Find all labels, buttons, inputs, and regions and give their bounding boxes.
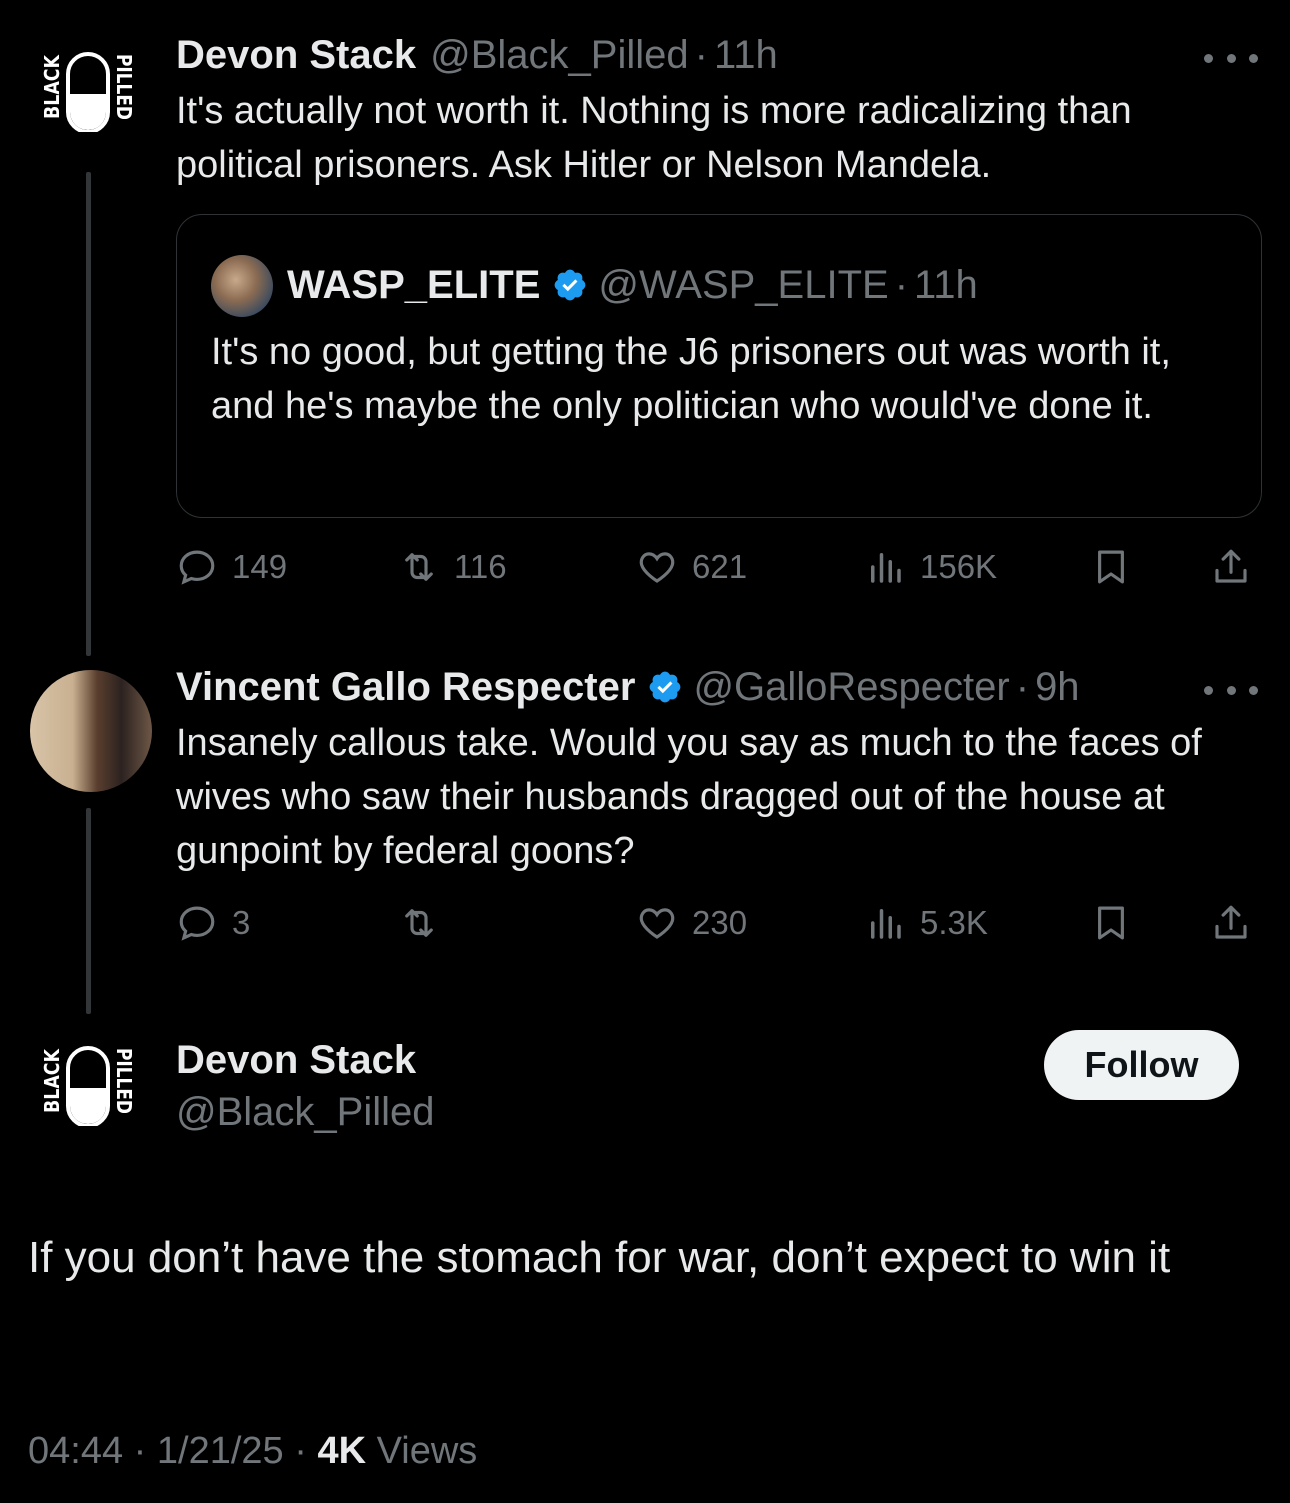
- timestamp[interactable]: 9h: [1035, 665, 1080, 710]
- views-count: 156K: [920, 548, 998, 585]
- separator: ·: [294, 1430, 307, 1472]
- like-count: 230: [692, 904, 748, 941]
- quote-text: It's no good, but getting the J6 prisone…: [211, 331, 1171, 427]
- views-count: 4K: [317, 1430, 367, 1472]
- retweet-count: 116: [454, 548, 507, 585]
- logo-text-black: BLACK: [40, 1048, 64, 1113]
- thread-line: [86, 172, 91, 656]
- separator: ·: [694, 32, 708, 77]
- quote-author-name: WASP_ELITE: [287, 262, 541, 307]
- tweet-text: If you don’t have the stomach for war, d…: [28, 1233, 1171, 1282]
- more-options-icon[interactable]: [1204, 680, 1258, 700]
- verified-badge-icon: [650, 671, 681, 703]
- share-icon: [1215, 905, 1247, 939]
- separator: ·: [133, 1430, 147, 1472]
- separator: ·: [1015, 664, 1030, 709]
- author-handle[interactable]: @Black_Pilled: [176, 1090, 435, 1135]
- views-button[interactable]: 5.3K: [864, 898, 988, 948]
- heart-icon: [639, 552, 675, 583]
- bookmark-icon: [1098, 906, 1124, 940]
- views-button[interactable]: 156K: [864, 542, 997, 592]
- quote-timestamp: 11h: [914, 262, 978, 307]
- logo-text-pilled: PILLED: [112, 1048, 136, 1114]
- like-button[interactable]: 621: [636, 542, 747, 592]
- reply-icon: [179, 550, 215, 585]
- reply-button[interactable]: 3: [176, 898, 250, 948]
- more-options-icon[interactable]: [1204, 48, 1258, 68]
- tweet-text: It's actually not worth it. Nothing is m…: [176, 90, 1132, 186]
- bookmark-button[interactable]: [1090, 542, 1146, 592]
- tweet-header: Vincent Gallo Respecter @GalloRespecter …: [176, 662, 1080, 712]
- like-button[interactable]: 230: [636, 898, 747, 948]
- bookmark-icon: [1098, 550, 1124, 584]
- tweet-actions: 149 116 621 156K: [176, 542, 1262, 592]
- reply-icon: [179, 906, 215, 941]
- tweet-date[interactable]: 1/21/25: [157, 1430, 284, 1472]
- avatar[interactable]: BLACK PILLED: [38, 42, 138, 134]
- reply-button[interactable]: 149: [176, 542, 287, 592]
- analytics-icon: [871, 553, 901, 583]
- tweet-time[interactable]: 04:44: [28, 1430, 123, 1472]
- author-handle[interactable]: @Black_Pilled: [430, 33, 689, 78]
- quote-avatar: [211, 255, 273, 317]
- share-icon: [1215, 549, 1247, 583]
- quote-author-handle: @WASP_ELITE: [598, 262, 889, 307]
- logo-text-pilled: PILLED: [112, 54, 136, 120]
- avatar[interactable]: [30, 670, 152, 792]
- author-name[interactable]: Devon Stack: [176, 33, 416, 78]
- tweet-header: Devon Stack @Black_Pilled · 11h: [176, 30, 778, 80]
- separator: ·: [894, 262, 909, 307]
- bookmark-button[interactable]: [1090, 898, 1146, 948]
- retweet-button[interactable]: 116: [398, 542, 507, 592]
- timestamp[interactable]: 11h: [714, 33, 778, 78]
- tweet-text: Insanely callous take. Would you say as …: [176, 722, 1202, 872]
- heart-icon: [639, 908, 675, 939]
- views-count: 5.3K: [920, 904, 988, 941]
- avatar[interactable]: BLACK PILLED: [38, 1036, 138, 1128]
- reply-count: 149: [232, 548, 288, 585]
- logo-text-black: BLACK: [40, 54, 64, 119]
- analytics-icon: [871, 909, 901, 939]
- views-label: Views: [376, 1430, 478, 1472]
- like-count: 621: [692, 548, 748, 585]
- verified-badge-icon: [555, 269, 586, 301]
- quoted-tweet[interactable]: WASP_ELITE @WASP_ELITE · 11h It's no goo…: [176, 214, 1262, 518]
- retweet-button[interactable]: [398, 898, 454, 948]
- follow-button[interactable]: Follow: [1044, 1030, 1239, 1100]
- author-handle[interactable]: @GalloRespecter: [693, 665, 1009, 710]
- author-name[interactable]: Devon Stack: [176, 1038, 416, 1083]
- share-button[interactable]: [1210, 898, 1266, 948]
- retweet-icon: [405, 909, 433, 937]
- author-name[interactable]: Vincent Gallo Respecter: [176, 665, 635, 710]
- reply-count: 3: [232, 904, 251, 941]
- tweet-actions: 3 230 5.3K: [176, 898, 1262, 948]
- share-button[interactable]: [1210, 542, 1266, 592]
- retweet-icon: [405, 553, 433, 581]
- tweet-metadata: 04:44 · 1/21/25 · 4K Views: [28, 1430, 477, 1473]
- thread-line: [86, 808, 91, 1014]
